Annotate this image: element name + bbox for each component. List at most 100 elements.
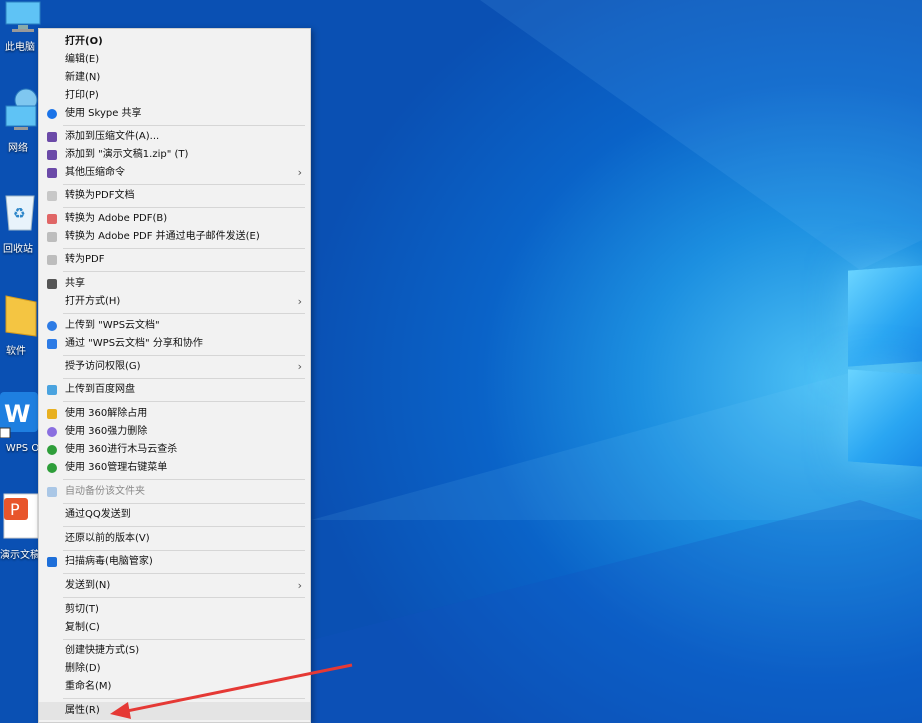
menu-item-edit[interactable]: 编辑(E): [39, 51, 310, 69]
menu-item-convert-pdf-doc[interactable]: 转换为PDF文档: [39, 187, 310, 205]
menu-item-label: 属性(R): [65, 705, 100, 716]
menu-item-properties[interactable]: 属性(R): [39, 702, 310, 720]
menu-item-label: 自动备份该文件夹: [65, 486, 145, 497]
menu-item-adobe-pdf-email[interactable]: 转换为 Adobe PDF 并通过电子邮件发送(E): [39, 228, 310, 246]
menu-item-label: 转换为 Adobe PDF 并通过电子邮件发送(E): [65, 231, 260, 242]
menu-item-delete[interactable]: 删除(D): [39, 660, 310, 678]
menu-item-rename[interactable]: 重命名(M): [39, 678, 310, 696]
menu-item-label: 扫描病毒(电脑管家): [65, 556, 153, 567]
menu-item-label: 删除(D): [65, 663, 101, 674]
menu-item-label: 发送到(N): [65, 580, 111, 591]
share-icon: [47, 279, 57, 289]
svg-text:♻: ♻: [13, 206, 26, 222]
wps-cloud-icon: [47, 321, 57, 331]
menu-item-other-compress[interactable]: 其他压缩命令 ›: [39, 164, 310, 182]
menu-item-label: 编辑(E): [65, 54, 100, 65]
wps-presentation-icon: P: [3, 493, 39, 539]
menu-item-send-qq[interactable]: 通过QQ发送到: [39, 506, 310, 524]
menu-separator: [63, 503, 305, 504]
menu-separator: [63, 526, 305, 527]
menu-item-to-pdf[interactable]: 转为PDF: [39, 251, 310, 269]
menu-item-upload-wps[interactable]: 上传到 "WPS云文档": [39, 317, 310, 335]
svg-text:P: P: [10, 500, 20, 519]
menu-item-360-unlock[interactable]: 使用 360解除占用: [39, 405, 310, 423]
adobe-pdf-mail-icon: [47, 232, 57, 242]
menu-separator: [63, 550, 305, 551]
menu-item-label: 创建快捷方式(S): [65, 645, 140, 656]
360-unlock-icon: [47, 409, 57, 419]
tencent-guard-icon: [47, 557, 57, 567]
menu-separator: [63, 313, 305, 314]
menu-item-share[interactable]: 共享: [39, 275, 310, 293]
menu-separator: [63, 597, 305, 598]
menu-item-label: 通过 "WPS云文档" 分享和协作: [65, 338, 203, 349]
menu-separator: [63, 207, 305, 208]
menu-separator: [63, 248, 305, 249]
menu-item-label: 使用 Skype 共享: [65, 108, 142, 119]
menu-item-label: 转为PDF: [65, 254, 105, 265]
menu-item-copy[interactable]: 复制(C): [39, 619, 310, 637]
menu-item-360-scan[interactable]: 使用 360进行木马云查杀: [39, 441, 310, 459]
folder-icon: [5, 295, 37, 337]
menu-item-add-to-archive[interactable]: 添加到压缩文件(A)...: [39, 128, 310, 146]
menu-item-label: 剪切(T): [65, 604, 99, 615]
menu-separator: [63, 401, 305, 402]
archive-icon: [47, 150, 57, 160]
menu-item-label: 重命名(M): [65, 681, 112, 692]
menu-item-label: 复制(C): [65, 622, 100, 633]
svg-text:W: W: [4, 400, 30, 428]
menu-separator: [63, 271, 305, 272]
menu-item-restore-versions[interactable]: 还原以前的版本(V): [39, 530, 310, 548]
archive-icon: [47, 168, 57, 178]
menu-item-skype-share[interactable]: 使用 Skype 共享: [39, 105, 310, 123]
backup-icon: [47, 487, 57, 497]
menu-item-open[interactable]: 打开(O): [39, 33, 310, 51]
menu-item-new[interactable]: 新建(N): [39, 69, 310, 87]
menu-separator: [63, 573, 305, 574]
adobe-pdf-icon: [47, 214, 57, 224]
360-delete-icon: [47, 427, 57, 437]
to-pdf-icon: [47, 255, 57, 265]
menu-separator: [63, 479, 305, 480]
menu-item-label: 上传到 "WPS云文档": [65, 320, 160, 331]
pdf-doc-icon: [47, 191, 57, 201]
menu-item-send-to[interactable]: 发送到(N) ›: [39, 577, 310, 595]
menu-item-grant-access[interactable]: 授予访问权限(G) ›: [39, 358, 310, 376]
menu-item-open-with[interactable]: 打开方式(H) ›: [39, 293, 310, 311]
menu-item-label: 还原以前的版本(V): [65, 533, 150, 544]
menu-item-label: 打开方式(H): [65, 296, 121, 307]
submenu-arrow-icon: ›: [297, 360, 302, 373]
menu-item-label: 转换为 Adobe PDF(B): [65, 213, 168, 224]
menu-item-label: 使用 360管理右键菜单: [65, 462, 168, 473]
menu-item-add-to-zip[interactable]: 添加到 "演示文稿1.zip" (T): [39, 146, 310, 164]
submenu-arrow-icon: ›: [297, 295, 302, 308]
baidu-netdisk-icon: [47, 385, 57, 395]
menu-item-label: 使用 360强力删除: [65, 426, 148, 437]
menu-item-label: 使用 360进行木马云查杀: [65, 444, 178, 455]
menu-item-label: 添加到 "演示文稿1.zip" (T): [65, 149, 189, 160]
windows-logo-pane-top: [848, 265, 922, 367]
menu-item-create-shortcut[interactable]: 创建快捷方式(S): [39, 642, 310, 660]
menu-item-wps-share[interactable]: 通过 "WPS云文档" 分享和协作: [39, 335, 310, 353]
menu-item-scan-virus[interactable]: 扫描病毒(电脑管家): [39, 553, 310, 571]
archive-icon: [47, 132, 57, 142]
windows-logo-pane-bottom: [848, 369, 922, 467]
menu-item-convert-adobe-pdf[interactable]: 转换为 Adobe PDF(B): [39, 210, 310, 228]
menu-item-upload-baidu[interactable]: 上传到百度网盘: [39, 381, 310, 399]
menu-separator: [63, 184, 305, 185]
menu-separator: [63, 355, 305, 356]
menu-item-label: 其他压缩命令: [65, 167, 125, 178]
menu-item-label: 新建(N): [65, 72, 101, 83]
menu-item-label: 通过QQ发送到: [65, 509, 131, 520]
menu-separator: [63, 639, 305, 640]
menu-item-print[interactable]: 打印(P): [39, 87, 310, 105]
menu-item-360-delete[interactable]: 使用 360强力删除: [39, 423, 310, 441]
360-scan-icon: [47, 445, 57, 455]
menu-item-360-manage[interactable]: 使用 360管理右键菜单: [39, 459, 310, 477]
menu-item-cut[interactable]: 剪切(T): [39, 601, 310, 619]
menu-separator: [63, 698, 305, 699]
menu-separator: [63, 125, 305, 126]
submenu-arrow-icon: ›: [297, 579, 302, 592]
menu-item-auto-backup: 自动备份该文件夹: [39, 483, 310, 501]
skype-icon: [47, 109, 57, 119]
